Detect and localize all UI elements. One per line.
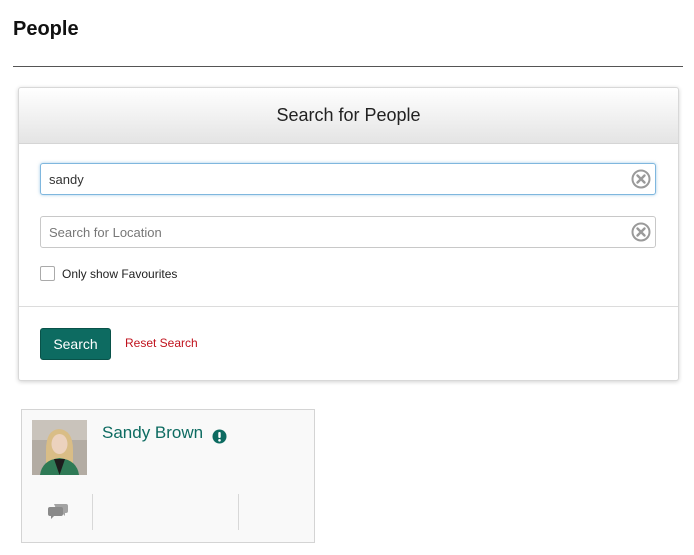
page-title: People (13, 18, 79, 40)
name-search-input[interactable] (41, 164, 619, 194)
name-search-field (40, 163, 656, 195)
card-divider (92, 494, 93, 530)
person-name-link[interactable]: Sandy Brown (102, 423, 203, 443)
search-panel: Search for People Only show Favourites S… (18, 87, 679, 381)
favourites-option: Only show Favourites (40, 266, 177, 281)
clear-icon[interactable] (631, 222, 651, 242)
person-photo-icon (32, 420, 87, 475)
favourites-checkbox[interactable] (40, 266, 55, 281)
search-panel-header: Search for People (19, 88, 678, 144)
title-divider (13, 66, 683, 67)
favourites-label[interactable]: Only show Favourites (62, 267, 177, 281)
card-divider (238, 494, 239, 530)
search-panel-title: Search for People (276, 105, 421, 125)
chat-icon[interactable] (47, 502, 69, 520)
reset-search-link[interactable]: Reset Search (125, 336, 198, 350)
location-search-input[interactable] (41, 217, 619, 247)
location-search-field (40, 216, 656, 248)
search-button[interactable]: Search (40, 328, 111, 360)
panel-divider (19, 306, 678, 307)
person-card: Sandy Brown (21, 409, 315, 543)
clear-icon[interactable] (631, 169, 651, 189)
alert-icon[interactable] (212, 429, 227, 444)
avatar[interactable] (32, 420, 87, 475)
